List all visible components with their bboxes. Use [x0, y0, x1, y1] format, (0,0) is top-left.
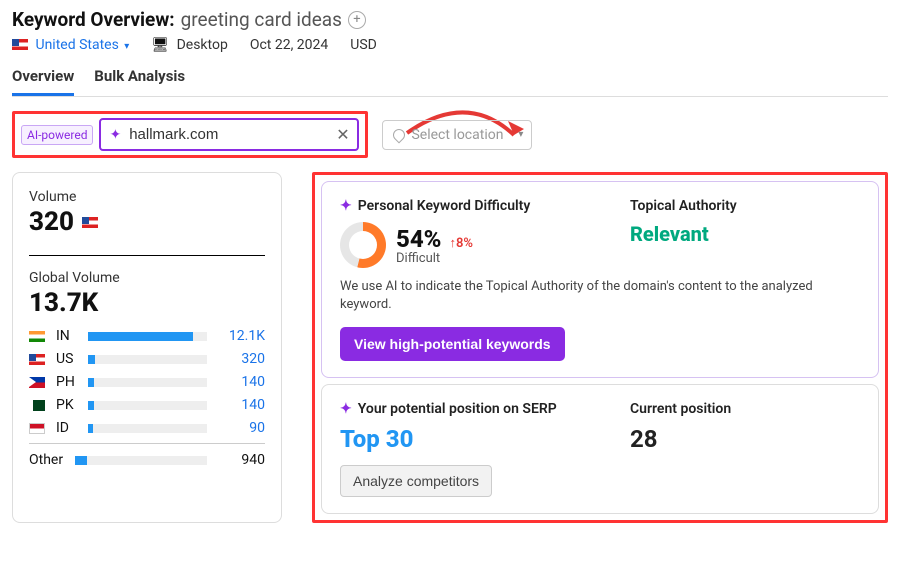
- desktop-icon: 🖥: [151, 37, 169, 53]
- personal-difficulty-panel: ✦ Personal Keyword Difficulty 54% ↑8% Di…: [321, 181, 879, 378]
- authority-title: Topical Authority: [630, 198, 860, 214]
- ai-insights-column: ✦ Personal Keyword Difficulty 54% ↑8% Di…: [312, 172, 888, 523]
- device-selector[interactable]: 🖥 Desktop: [151, 37, 228, 53]
- page-title-label: Keyword Overview:: [12, 8, 175, 31]
- content-row: Volume 320 Global Volume 13.7K IN 12.1K …: [12, 172, 888, 523]
- domain-input-group[interactable]: ✦ ✕: [99, 118, 359, 151]
- tab-bulk-analysis[interactable]: Bulk Analysis: [94, 67, 185, 96]
- difficulty-percent-row: 54% ↑8%: [396, 225, 473, 253]
- location-filter[interactable]: Select location ▾: [382, 120, 532, 150]
- global-volume-row: IN 12.1K: [29, 328, 265, 344]
- global-volume-row: ID 90: [29, 420, 265, 436]
- location-selector[interactable]: United States ▾: [12, 37, 129, 53]
- serp-panel: ✦ Your potential position on SERP Top 30…: [321, 384, 879, 514]
- domain-input[interactable]: [129, 126, 328, 143]
- page-header: Keyword Overview: greeting card ideas +: [12, 8, 888, 31]
- ai-powered-badge: AI-powered: [21, 125, 93, 145]
- sparkle-icon: ✦: [109, 127, 121, 143]
- flag-id-icon: [29, 423, 45, 434]
- chevron-down-icon: ▾: [124, 41, 129, 52]
- serp-title: ✦ Your potential position on SERP: [340, 401, 570, 417]
- clear-icon[interactable]: ✕: [336, 125, 349, 144]
- difficulty-label: Difficult: [396, 251, 473, 266]
- current-position-value: 28: [630, 425, 860, 453]
- current-position-title: Current position: [630, 401, 860, 417]
- meta-row: United States ▾ 🖥 Desktop Oct 22, 2024 U…: [12, 37, 888, 53]
- divider: [29, 255, 265, 256]
- analyze-competitors-button[interactable]: Analyze competitors: [340, 465, 492, 497]
- tab-overview[interactable]: Overview: [12, 67, 74, 96]
- global-volume-row: PH 140: [29, 374, 265, 390]
- serp-potential-value: Top 30: [340, 425, 570, 453]
- location-filter-label: Select location: [411, 127, 503, 143]
- flag-ph-icon: [29, 377, 45, 388]
- currency-label: USD: [350, 37, 377, 53]
- sparkle-icon: ✦: [340, 198, 352, 214]
- volume-value: 320: [29, 207, 265, 237]
- tab-bar: Overview Bulk Analysis: [12, 67, 888, 97]
- sparkle-icon: ✦: [340, 401, 352, 417]
- volume-card: Volume 320 Global Volume 13.7K IN 12.1K …: [12, 172, 282, 523]
- add-keyword-icon[interactable]: +: [348, 11, 366, 29]
- page-title-keyword: greeting card ideas: [181, 8, 342, 31]
- pin-icon: [391, 126, 408, 143]
- chevron-down-icon: ▾: [518, 129, 523, 140]
- view-high-potential-button[interactable]: View high-potential keywords: [340, 327, 565, 361]
- location-label: United States: [35, 37, 118, 53]
- date-label: Oct 22, 2024: [250, 37, 328, 53]
- authority-value: Relevant: [630, 222, 860, 246]
- global-volume-other-row: Other 940: [29, 443, 265, 468]
- global-volume-label: Global Volume: [29, 270, 265, 286]
- difficulty-donut-icon: [340, 222, 386, 268]
- pkd-title: ✦ Personal Keyword Difficulty: [340, 198, 570, 214]
- global-volume-row: US 320: [29, 351, 265, 367]
- global-volume-value: 13.7K: [29, 288, 265, 318]
- flag-us-icon: [82, 217, 98, 228]
- device-label: Desktop: [177, 37, 228, 53]
- volume-label: Volume: [29, 189, 265, 205]
- ai-domain-block: AI-powered ✦ ✕: [12, 111, 368, 158]
- flag-us-icon: [12, 39, 28, 50]
- flag-pk-icon: [29, 400, 45, 411]
- filter-row: AI-powered ✦ ✕ Select location ▾: [12, 111, 888, 158]
- difficulty-percent: 54%: [396, 225, 441, 253]
- difficulty-delta: ↑8%: [449, 236, 473, 251]
- ai-description: We use AI to indicate the Topical Author…: [340, 278, 860, 313]
- global-volume-row: PK 140: [29, 397, 265, 413]
- flag-us-icon: [29, 354, 45, 365]
- flag-in-icon: [29, 331, 45, 342]
